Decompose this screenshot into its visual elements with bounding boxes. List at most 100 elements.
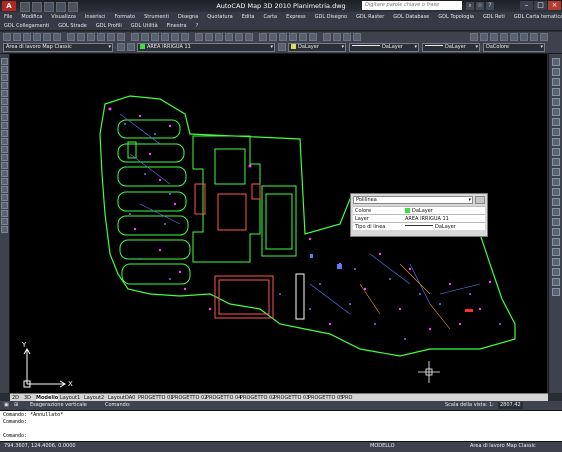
toolbar-tool-icon[interactable] — [107, 33, 115, 41]
menu-item[interactable]: Carta — [263, 14, 277, 20]
modify-tool-icon[interactable] — [552, 158, 560, 166]
draw-tool-icon[interactable] — [1, 218, 8, 225]
menu-item[interactable]: Express — [286, 14, 306, 20]
layer-manager-icon[interactable] — [127, 43, 135, 51]
modify-tool-icon[interactable] — [552, 78, 560, 86]
toolbar-tool-icon[interactable] — [23, 33, 31, 41]
menu-item[interactable]: Visualizza — [51, 14, 76, 20]
modify-tool-icon[interactable] — [552, 278, 560, 286]
modify-tool-icon[interactable] — [552, 138, 560, 146]
draw-tool-icon[interactable] — [1, 202, 8, 209]
menu-item[interactable]: Strumenti — [144, 14, 169, 20]
maximize-button[interactable]: □ — [534, 1, 547, 10]
toolbar-tool-icon[interactable] — [13, 33, 21, 41]
prop-row-layer[interactable]: Layer AREA IRRIGUA 11 — [353, 214, 485, 222]
menu-item[interactable]: GDL Topologia — [438, 14, 474, 20]
menu-item[interactable]: Inserisci — [85, 14, 106, 20]
modify-tool-icon[interactable] — [552, 198, 560, 206]
command-prompt[interactable]: Comando: — [3, 433, 27, 439]
toolbar-tool-icon[interactable] — [245, 33, 253, 41]
toolbar-tool-icon[interactable] — [3, 33, 11, 41]
toolbar-tool-icon[interactable] — [530, 33, 538, 41]
draw-tool-icon[interactable] — [1, 114, 8, 121]
toolbar-tool-icon[interactable] — [333, 33, 341, 41]
draw-tool-icon[interactable] — [1, 186, 8, 193]
draw-tool-icon[interactable] — [1, 178, 8, 185]
modify-tool-icon[interactable] — [552, 128, 560, 136]
toolbar-tool-icon[interactable] — [500, 33, 508, 41]
toolbar-tool-icon[interactable] — [195, 33, 203, 41]
status-icon-2[interactable]: ⊞ — [14, 402, 18, 409]
toolbar-tool-icon[interactable] — [520, 33, 528, 41]
star-icon[interactable]: ☆ — [476, 2, 484, 10]
menu-item[interactable]: Formato — [114, 14, 135, 20]
menu-item[interactable]: Edita — [242, 14, 255, 20]
toolbar-tool-icon[interactable] — [97, 33, 105, 41]
draw-tool-icon[interactable] — [1, 130, 8, 137]
toolbar-tool-icon[interactable] — [53, 33, 61, 41]
modify-tool-icon[interactable] — [552, 218, 560, 226]
toolbar-tool-icon[interactable] — [309, 33, 317, 41]
draw-tool-icon[interactable] — [1, 58, 8, 65]
draw-tool-icon[interactable] — [1, 82, 8, 89]
search-input[interactable]: Digitare parole chiave o frase — [362, 1, 462, 10]
toolbar-tool-icon[interactable] — [510, 33, 518, 41]
draw-tool-icon[interactable] — [1, 170, 8, 177]
modify-tool-icon[interactable] — [552, 188, 560, 196]
modify-tool-icon[interactable] — [552, 108, 560, 116]
search-icon[interactable]: ⌕ — [466, 2, 474, 10]
toolbar-tool-icon[interactable] — [161, 33, 169, 41]
menu-item[interactable]: GDL Raster — [356, 14, 384, 20]
help-icon[interactable]: ? — [486, 2, 494, 10]
draw-tool-icon[interactable] — [1, 138, 8, 145]
modify-tool-icon[interactable] — [552, 268, 560, 276]
draw-tool-icon[interactable] — [1, 210, 8, 217]
toolbar-tool-icon[interactable] — [171, 33, 179, 41]
lineweight-select[interactable]: DaLayer ▾ — [422, 43, 480, 52]
toolbar-tool-icon[interactable] — [67, 33, 75, 41]
toolbar-tool-icon[interactable] — [269, 33, 277, 41]
modify-tool-icon[interactable] — [552, 148, 560, 156]
model-space-toggle[interactable]: MODELLO — [370, 443, 395, 450]
color-select[interactable]: DaLayer ▾ — [288, 43, 346, 52]
toolbar-tool-icon[interactable] — [323, 33, 331, 41]
toolbar-tool-icon[interactable] — [151, 33, 159, 41]
modify-tool-icon[interactable] — [552, 98, 560, 106]
toolbar-tool-icon[interactable] — [131, 33, 139, 41]
menu-item[interactable]: GDL Profili — [96, 23, 122, 29]
make-current-icon[interactable] — [278, 43, 286, 51]
modify-tool-icon[interactable] — [552, 168, 560, 176]
draw-tool-icon[interactable] — [1, 194, 8, 201]
draw-tool-icon[interactable] — [1, 98, 8, 105]
layer-select[interactable]: AREA IRRIGUA 11 ▾ — [137, 43, 275, 52]
menu-item[interactable]: GDL Database — [393, 14, 429, 20]
status-icon-1[interactable]: ▣ — [4, 402, 9, 409]
modify-tool-icon[interactable] — [552, 258, 560, 266]
modify-tool-icon[interactable] — [552, 248, 560, 256]
menu-item[interactable]: Disegna — [178, 14, 198, 20]
toolbar-tool-icon[interactable] — [117, 33, 125, 41]
plotstyle-select[interactable]: DaColore ▾ — [483, 43, 545, 52]
toolbar-tool-icon[interactable] — [235, 33, 243, 41]
toolbar-tool-icon[interactable] — [353, 33, 361, 41]
view-scale-value[interactable]: 2807.42 — [498, 402, 523, 409]
draw-tool-icon[interactable] — [1, 146, 8, 153]
modify-tool-icon[interactable] — [552, 228, 560, 236]
toolbar-tool-icon[interactable] — [77, 33, 85, 41]
modify-tool-icon[interactable] — [552, 208, 560, 216]
draw-tool-icon[interactable] — [1, 162, 8, 169]
linetype-select[interactable]: DaLayer ▾ — [349, 43, 419, 52]
workspace-select[interactable]: Area di lavoro Map Classic ▾ — [3, 43, 113, 52]
object-type-select[interactable]: Polilinea ▾ — [353, 196, 473, 204]
menu-item[interactable]: File — [4, 14, 12, 20]
toolbar-tool-icon[interactable] — [279, 33, 287, 41]
menu-item[interactable]: GDL Utilità — [131, 23, 158, 29]
toolbar-tool-icon[interactable] — [33, 33, 41, 41]
menu-item[interactable]: Modifica — [21, 14, 42, 20]
menu-item[interactable]: GDL Collegamenti — [4, 23, 49, 29]
workspace-status[interactable]: Area di lavoro Map Classic — [470, 443, 536, 450]
toolbar-tool-icon[interactable] — [141, 33, 149, 41]
toolbar-tool-icon[interactable] — [343, 33, 351, 41]
modify-tool-icon[interactable] — [552, 178, 560, 186]
toolbar-tool-icon[interactable] — [87, 33, 95, 41]
